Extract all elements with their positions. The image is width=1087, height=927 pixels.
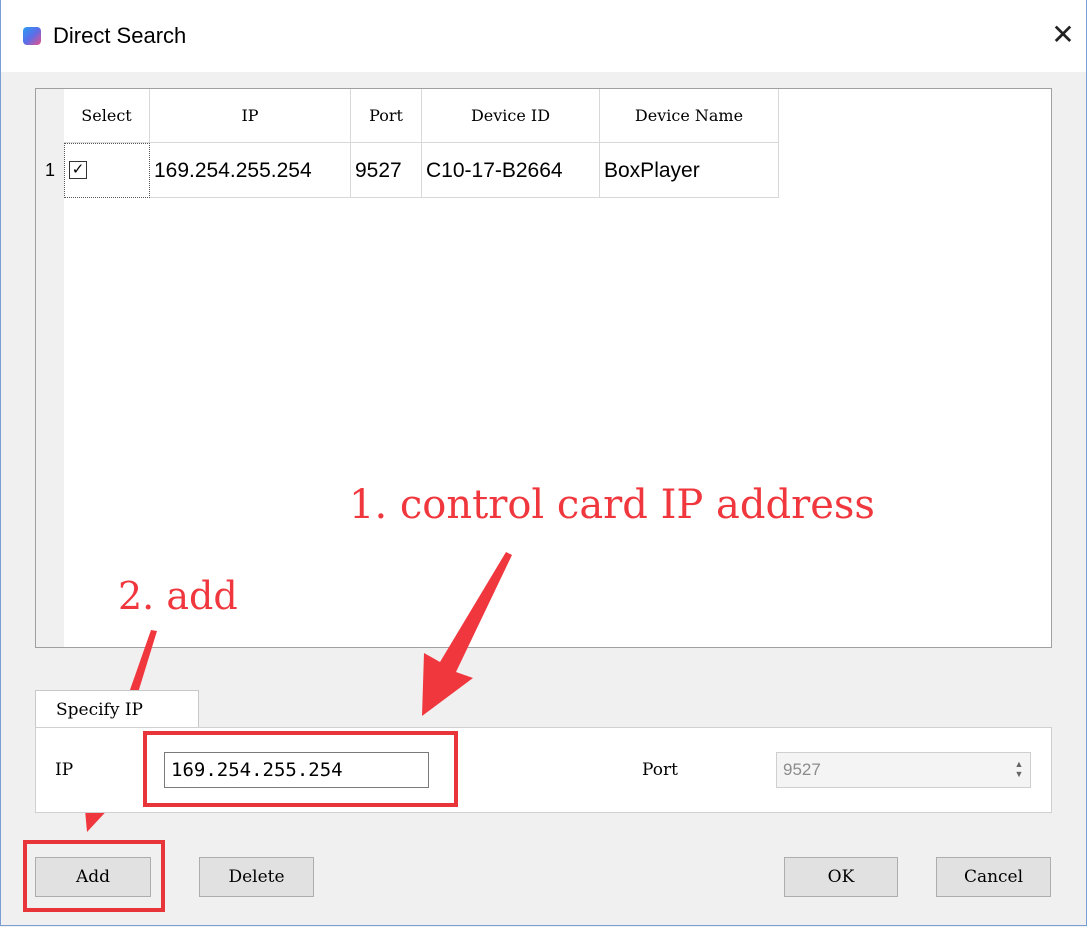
device-table: Select IP Port Device ID Device Name 1 ✓…	[35, 88, 1052, 648]
highlight-add-button	[23, 840, 165, 912]
column-header-port[interactable]: Port	[351, 89, 422, 143]
annotation-step-1: 1. control card IP address	[349, 482, 875, 528]
select-cell[interactable]: ✓	[64, 143, 150, 198]
port-value: 9527	[783, 760, 821, 779]
ip-label: IP	[55, 760, 74, 780]
column-header-ip[interactable]: IP	[150, 89, 351, 143]
select-checkbox[interactable]: ✓	[69, 161, 87, 179]
cell-device-id[interactable]: C10-17-B2664	[422, 143, 600, 198]
app-icon	[23, 27, 41, 45]
tab-specify-ip[interactable]: Specify IP	[35, 690, 199, 728]
cell-ip[interactable]: 169.254.255.254	[150, 143, 351, 198]
cell-device-name[interactable]: BoxPlayer	[600, 143, 779, 198]
port-label: Port	[642, 760, 678, 780]
title-bar: Direct Search ✕	[1, 0, 1086, 72]
annotation-step-2: 2. add	[118, 574, 238, 618]
direct-search-dialog: Direct Search ✕ Select IP Port Device ID…	[0, 0, 1087, 926]
spinner-arrows-icon[interactable]: ▲ ▼	[1012, 759, 1026, 781]
column-header-device-id[interactable]: Device ID	[422, 89, 600, 143]
highlight-ip-input	[143, 731, 458, 807]
row-number: 1	[44, 160, 55, 180]
ok-button[interactable]: OK	[784, 857, 898, 897]
column-header-select[interactable]: Select	[64, 89, 150, 143]
cancel-button[interactable]: Cancel	[936, 857, 1051, 897]
close-icon[interactable]: ✕	[1046, 18, 1080, 52]
window-title: Direct Search	[53, 23, 187, 48]
delete-button[interactable]: Delete	[199, 857, 314, 897]
column-header-device-name[interactable]: Device Name	[600, 89, 779, 143]
port-stepper[interactable]: 9527 ▲ ▼	[776, 752, 1031, 788]
cell-port[interactable]: 9527	[351, 143, 422, 198]
